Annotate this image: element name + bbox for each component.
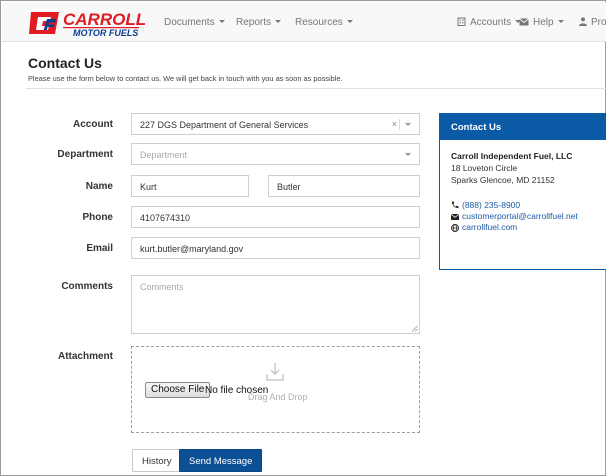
email-value: kurt.butler@maryland.gov <box>140 244 244 254</box>
nav-reports-label: Reports <box>236 17 272 28</box>
account-label: Account <box>73 119 113 130</box>
envelope-icon <box>519 18 529 26</box>
user-icon <box>579 17 587 26</box>
phone-label: Phone <box>82 212 113 223</box>
account-value: 227 DGS Department of General Services <box>140 120 309 130</box>
attachment-label: Attachment <box>57 351 113 362</box>
nav-profile-label: Prof <box>591 17 606 28</box>
nav-profile[interactable]: Prof <box>579 17 606 28</box>
brand-name: CARROLL <box>63 10 145 29</box>
caret-down-icon <box>275 20 282 23</box>
comments-placeholder: Comments <box>140 282 184 292</box>
phone-value: 4107674310 <box>140 213 191 223</box>
phone-icon <box>451 201 459 209</box>
contact-website-link[interactable]: carrollfuel.com <box>462 222 517 232</box>
clear-selection-icon[interactable]: × <box>392 119 397 129</box>
nav-accounts-label: Accounts <box>470 17 512 28</box>
resize-handle-icon[interactable] <box>411 325 418 332</box>
nav-documents[interactable]: Documents <box>164 17 225 28</box>
address-line-1: 18 Loveton Circle <box>451 163 518 173</box>
caret-down-icon <box>218 20 225 23</box>
drag-drop-text: Drag And Drop <box>248 392 308 402</box>
contact-email-link[interactable]: customerportal@carrollfuel.net <box>462 211 578 221</box>
nav-resources-label: Resources <box>295 17 343 28</box>
contact-panel-title: Contact Us <box>440 114 606 140</box>
page-subtitle: Please use the form below to contact us.… <box>28 74 343 83</box>
name-label: Name <box>85 181 113 192</box>
nav-help-label: Help <box>533 17 554 28</box>
chevron-down-icon[interactable] <box>405 153 411 156</box>
chevron-down-icon[interactable] <box>405 123 411 126</box>
download-icon <box>266 363 284 381</box>
company-name: Carroll Independent Fuel, LLC <box>451 151 573 161</box>
last-name-input[interactable]: Butler <box>268 175 420 197</box>
caret-down-icon <box>346 20 353 23</box>
nav-reports[interactable]: Reports <box>236 17 282 28</box>
globe-icon <box>451 224 459 232</box>
top-navbar: CARROLL MOTOR FUELS Documents Reports Re… <box>2 2 606 42</box>
envelope-icon <box>451 213 459 220</box>
department-label: Department <box>57 149 113 160</box>
last-name-value: Butler <box>277 182 301 192</box>
carroll-logo[interactable]: CARROLL MOTOR FUELS <box>29 8 145 38</box>
select-separator <box>399 119 400 130</box>
email-input[interactable]: kurt.butler@maryland.gov <box>131 237 420 259</box>
phone-input[interactable]: 4107674310 <box>131 206 420 228</box>
building-icon <box>457 17 466 26</box>
send-message-button[interactable]: Send Message <box>179 449 263 472</box>
brand-tagline: MOTOR FUELS <box>73 28 138 38</box>
email-label: Email <box>86 243 113 254</box>
header-divider <box>26 88 606 89</box>
nav-resources[interactable]: Resources <box>295 17 353 28</box>
history-button[interactable]: History <box>132 449 182 472</box>
contact-panel: Contact Us Carroll Independent Fuel, LLC… <box>439 113 606 270</box>
choose-file-button[interactable]: Choose File <box>145 382 211 398</box>
page-title: Contact Us <box>28 55 102 71</box>
department-placeholder: Department <box>140 150 188 160</box>
nav-help[interactable]: Help <box>519 17 564 28</box>
contact-phone-link[interactable]: (888) 235-8900 <box>462 200 520 210</box>
attachment-dropzone[interactable]: Choose File No file chosen Drag And Drop <box>131 346 420 433</box>
first-name-input[interactable]: Kurt <box>131 175 249 197</box>
app-window: CARROLL MOTOR FUELS Documents Reports Re… <box>0 0 606 476</box>
nav-documents-label: Documents <box>164 17 215 28</box>
address-line-2: Sparks Glencoe, MD 21152 <box>451 175 555 185</box>
department-select[interactable]: Department <box>131 143 420 165</box>
nav-accounts[interactable]: Accounts <box>457 17 522 28</box>
comments-textarea[interactable]: Comments <box>131 275 420 334</box>
comments-label: Comments <box>61 281 113 292</box>
first-name-value: Kurt <box>140 182 157 192</box>
caret-down-icon <box>557 20 564 23</box>
account-select[interactable]: 227 DGS Department of General Services × <box>131 113 420 135</box>
